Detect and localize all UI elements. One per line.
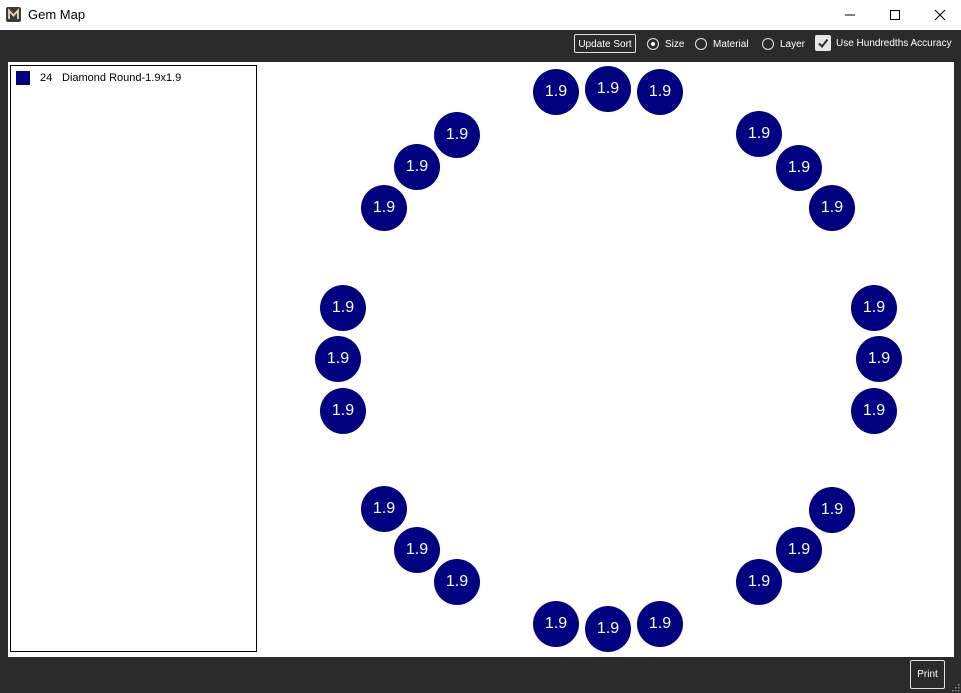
gem-marker[interactable]: 1.9 (637, 601, 683, 647)
gem-marker[interactable]: 1.9 (736, 559, 782, 605)
gem-marker[interactable]: 1.9 (851, 285, 897, 331)
gem-marker[interactable]: 1.9 (361, 486, 407, 532)
sort-option-size[interactable]: Size (647, 36, 684, 52)
footer-bar: Print (0, 657, 961, 693)
legend-label: Diamond Round-1.9x1.9 (62, 72, 182, 84)
gem-marker[interactable]: 1.9 (851, 388, 897, 434)
sort-option-material-label: Material (713, 38, 749, 50)
gem-marker[interactable]: 1.9 (533, 601, 579, 647)
gem-marker[interactable]: 1.9 (315, 336, 361, 382)
close-button[interactable] (917, 0, 961, 30)
gem-marker[interactable]: 1.9 (776, 527, 822, 573)
update-sort-button[interactable]: Update Sort (574, 34, 636, 53)
legend-swatch (16, 71, 30, 85)
gem-marker[interactable]: 1.9 (585, 606, 631, 652)
m-logo-icon (6, 7, 21, 22)
gem-marker[interactable]: 1.9 (736, 111, 782, 157)
window-title: Gem Map (28, 7, 86, 22)
sort-option-layer[interactable]: Layer (762, 36, 805, 52)
gem-marker[interactable]: 1.9 (585, 66, 631, 112)
gem-marker[interactable]: 1.9 (320, 388, 366, 434)
gem-marker[interactable]: 1.9 (320, 285, 366, 331)
close-icon (934, 9, 946, 21)
radio-material[interactable] (695, 38, 707, 50)
minimize-icon (845, 14, 855, 16)
maximize-icon (890, 10, 900, 20)
print-button[interactable]: Print (910, 660, 945, 689)
gem-marker[interactable]: 1.9 (809, 185, 855, 231)
gem-marker[interactable]: 1.9 (434, 559, 480, 605)
gem-marker[interactable]: 1.9 (361, 185, 407, 231)
resize-grip-icon[interactable] (952, 684, 960, 692)
gem-marker[interactable]: 1.9 (776, 145, 822, 191)
gem-marker[interactable]: 1.9 (637, 69, 683, 115)
hundredths-checkbox[interactable] (815, 35, 831, 51)
gem-marker[interactable]: 1.9 (856, 336, 902, 382)
sort-option-layer-label: Layer (780, 38, 806, 50)
sort-option-size-label: Size (665, 38, 685, 50)
minimize-button[interactable] (827, 0, 873, 30)
sort-option-material[interactable]: Material (695, 36, 749, 52)
radio-layer[interactable] (762, 38, 774, 50)
toolbar: Update Sort Size Material Layer Use Hund… (0, 30, 961, 60)
gem-marker[interactable]: 1.9 (394, 527, 440, 573)
title-bar: Gem Map (0, 0, 961, 30)
legend-count: 24 (40, 72, 53, 84)
gem-marker[interactable]: 1.9 (533, 69, 579, 115)
gem-marker[interactable]: 1.9 (394, 144, 440, 190)
gem-legend-panel: 24 Diamond Round-1.9x1.9 (10, 65, 257, 652)
hundredths-label: Use Hundredths Accuracy (836, 37, 952, 49)
radio-size[interactable] (647, 38, 659, 50)
gem-marker[interactable]: 1.9 (434, 112, 480, 158)
gem-marker[interactable]: 1.9 (809, 487, 855, 533)
legend-item[interactable]: 24 Diamond Round-1.9x1.9 (16, 70, 181, 86)
gem-map-area: 24 Diamond Round-1.9x1.9 1.9 1.9 1.9 1.9 1.9… (8, 62, 954, 657)
maximize-button[interactable] (872, 0, 918, 30)
checkmark-icon (818, 38, 829, 49)
hundredths-accuracy-option[interactable]: Use Hundredths Accuracy (815, 35, 952, 51)
